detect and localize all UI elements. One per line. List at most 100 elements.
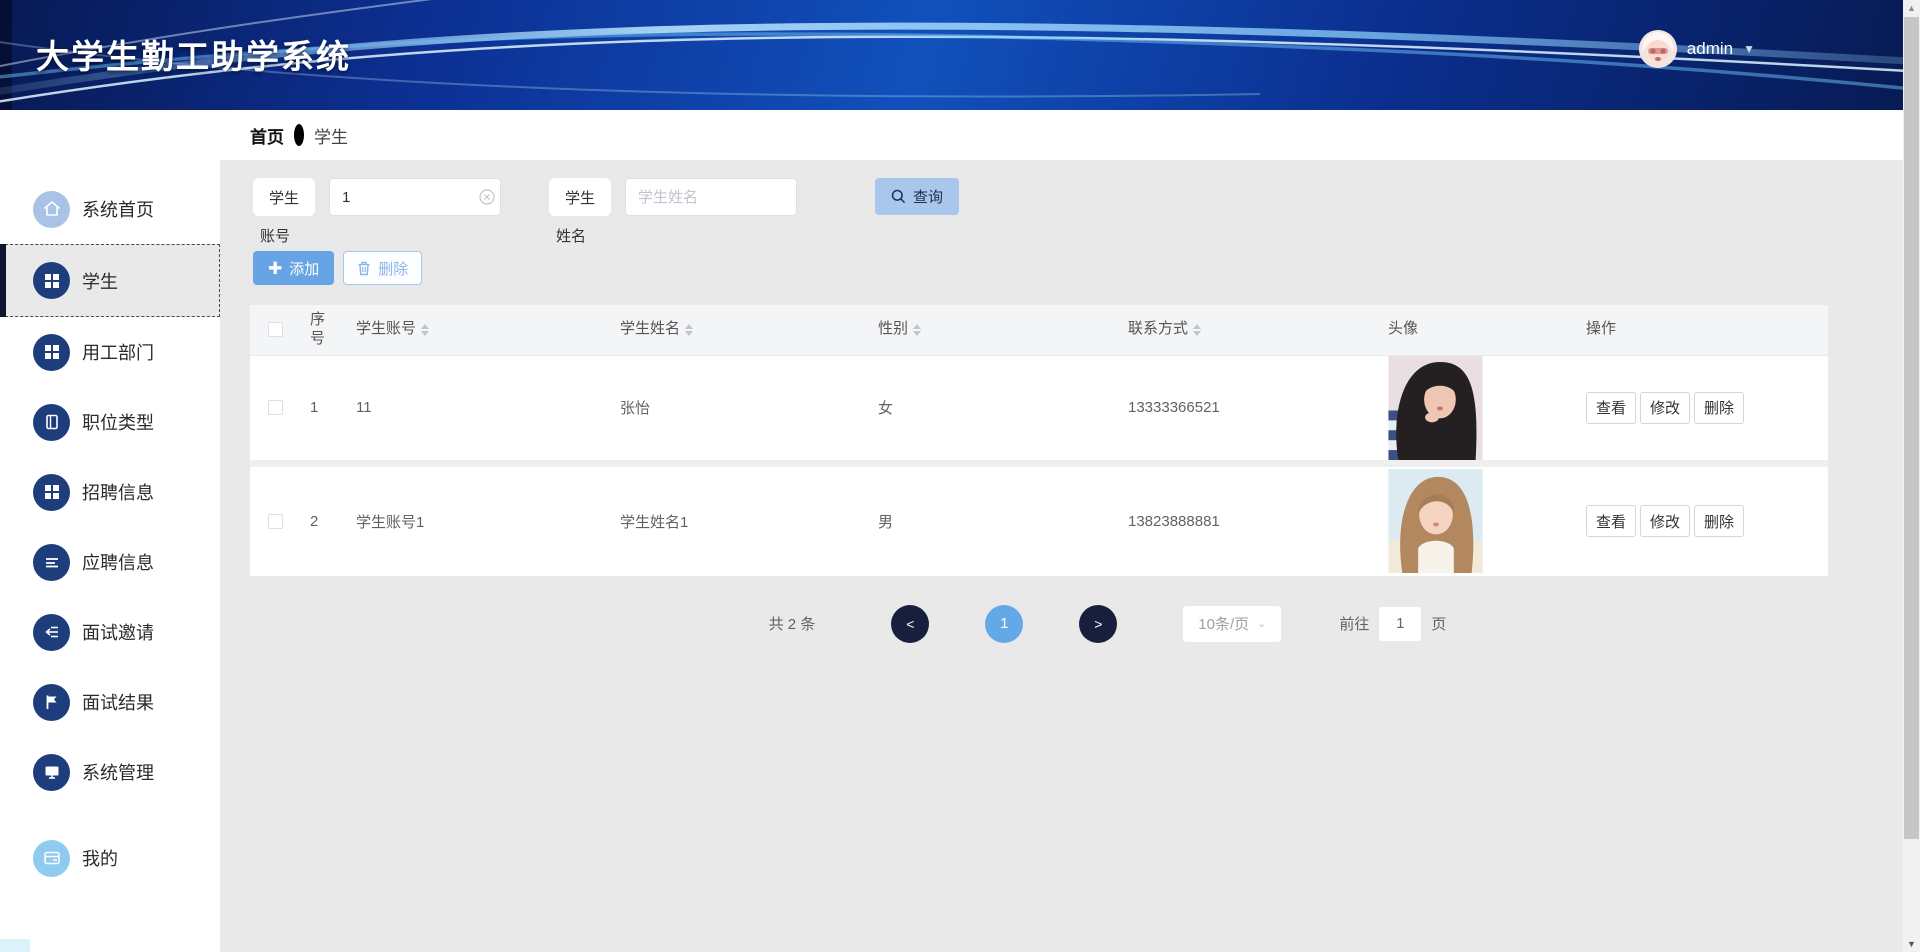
grid-icon bbox=[33, 262, 70, 299]
sidebar-item-system-home[interactable]: 系统首页 bbox=[0, 174, 220, 244]
cell-index: 1 bbox=[310, 399, 319, 416]
page-number-button[interactable]: 1 bbox=[985, 604, 1024, 643]
filter-bar: 学生 账号 学生 姓名 bbox=[220, 160, 1920, 246]
select-all-checkbox[interactable] bbox=[267, 322, 283, 338]
filter-label-line2: 姓名 bbox=[556, 228, 587, 245]
sidebar-item-label: 用工部门 bbox=[82, 343, 154, 363]
goto-label: 前往 bbox=[1339, 616, 1370, 633]
app-window: 大学生勤工助学系统 admin ▼ 系统首页 学生 用工部门 职位类型 招聘信息… bbox=[0, 0, 1920, 952]
user-avatar bbox=[1638, 30, 1677, 68]
sidebar-item-apply-info[interactable]: 应聘信息 bbox=[0, 527, 220, 597]
row-delete-button[interactable]: 删除 bbox=[1694, 391, 1745, 424]
account-search-input[interactable] bbox=[329, 178, 501, 216]
page-title: 大学生勤工助学系统 bbox=[36, 38, 351, 75]
cell-account: 11 bbox=[356, 399, 372, 416]
search-icon bbox=[891, 189, 906, 204]
filter-label-name: 学生 姓名 bbox=[549, 178, 613, 246]
scroll-down-arrow-icon[interactable]: ▼ bbox=[1903, 936, 1920, 952]
filter-label-pill: 学生 bbox=[549, 178, 611, 216]
sort-toggle[interactable] bbox=[421, 323, 430, 336]
chevron-down-icon: ⌄ bbox=[1257, 618, 1267, 630]
monitor-icon bbox=[33, 753, 70, 791]
goto-page-input[interactable] bbox=[1379, 606, 1422, 641]
view-button[interactable]: 查看 bbox=[1586, 391, 1637, 424]
pagination: 共 2 条 < 1 > 10条/页 ⌄ 前往 页 bbox=[295, 604, 1920, 643]
clear-input-icon[interactable] bbox=[479, 189, 495, 205]
cell-account: 学生账号1 bbox=[356, 513, 425, 531]
scrollbar-thumb[interactable] bbox=[1904, 17, 1919, 839]
sidebar-item-label: 我的 bbox=[82, 849, 118, 869]
prev-page-button[interactable]: < bbox=[891, 604, 930, 643]
sidebar-item-recruit-info[interactable]: 招聘信息 bbox=[0, 457, 220, 527]
total-count-label: 共 2 条 bbox=[768, 616, 816, 633]
sidebar-item-student[interactable]: 学生 bbox=[0, 244, 220, 317]
table-row: 2 学生账号1 学生姓名1 男 13823888881 查看 修改 删除 bbox=[250, 466, 1828, 577]
filter-label-line2: 账号 bbox=[260, 228, 291, 245]
breadcrumb-separator bbox=[294, 124, 304, 146]
cell-name: 学生姓名1 bbox=[620, 513, 689, 531]
delete-button[interactable]: 删除 bbox=[343, 251, 423, 285]
main-area: 首页 学生 学生 账号 1 学生 姓名 学生姓名 查询 ✚ 添加 删除 序号 学… bbox=[220, 110, 1920, 952]
row-checkbox[interactable] bbox=[267, 400, 283, 415]
page-size-value: 10条/页 bbox=[1198, 616, 1250, 633]
corner-decoration bbox=[0, 939, 30, 952]
sidebar-item-mine[interactable]: 我的 bbox=[0, 823, 220, 893]
row-checkbox[interactable] bbox=[267, 513, 283, 529]
column-header-actions: 操作 bbox=[1586, 320, 1617, 338]
filter-group-name: 学生 姓名 bbox=[549, 178, 797, 246]
home-icon bbox=[33, 190, 70, 228]
username-label: admin bbox=[1686, 39, 1734, 58]
page-size-select[interactable]: 10条/页 ⌄ bbox=[1183, 605, 1282, 642]
sidebar-item-label: 系统首页 bbox=[82, 200, 154, 220]
sort-toggle[interactable] bbox=[685, 323, 694, 336]
scroll-up-arrow-icon[interactable]: ▲ bbox=[1903, 0, 1920, 16]
id-card-icon bbox=[33, 839, 70, 877]
sidebar-item-system-manage[interactable]: 系统管理 bbox=[0, 737, 220, 807]
breadcrumb-home[interactable]: 首页 bbox=[250, 123, 284, 148]
sidebar-item-interview-result[interactable]: 面试结果 bbox=[0, 667, 220, 737]
view-button[interactable]: 查看 bbox=[1586, 505, 1637, 537]
edit-button[interactable]: 修改 bbox=[1640, 391, 1691, 424]
cell-phone: 13823888881 bbox=[1128, 512, 1220, 530]
filter-label-pill: 学生 bbox=[253, 178, 315, 216]
cell-gender: 男 bbox=[878, 513, 894, 531]
filter-group-account: 学生 账号 bbox=[253, 178, 501, 246]
sort-toggle[interactable] bbox=[1193, 323, 1202, 336]
grid-icon bbox=[33, 473, 70, 511]
name-search-input[interactable] bbox=[625, 178, 797, 216]
plus-icon: ✚ bbox=[268, 258, 283, 278]
column-header-index: 序号 bbox=[310, 311, 326, 347]
sidebar-item-interview-invite[interactable]: 面试邀请 bbox=[0, 597, 220, 667]
notebook-icon bbox=[33, 403, 70, 441]
column-header-photo: 头像 bbox=[1388, 320, 1419, 338]
sidebar-item-departments[interactable]: 用工部门 bbox=[0, 317, 220, 387]
breadcrumb-current: 学生 bbox=[314, 127, 348, 147]
search-button[interactable]: 查询 bbox=[875, 178, 960, 215]
search-button-label: 查询 bbox=[913, 189, 944, 206]
sidebar-item-position-types[interactable]: 职位类型 bbox=[0, 387, 220, 457]
row-delete-button[interactable]: 删除 bbox=[1694, 505, 1745, 537]
sort-toggle[interactable] bbox=[913, 323, 922, 336]
table-header-row: 序号 学生账号 学生姓名 性别 联系方式 头像 操作 bbox=[250, 305, 1828, 356]
sidebar-item-label: 招聘信息 bbox=[82, 483, 154, 503]
flag-icon bbox=[33, 683, 70, 721]
content-panel: 学生 账号 学生 姓名 bbox=[220, 160, 1920, 952]
list-arrow-icon bbox=[33, 613, 70, 651]
cell-gender: 女 bbox=[878, 400, 894, 417]
student-photo bbox=[1388, 469, 1483, 573]
column-header-gender: 性别 bbox=[868, 314, 1118, 345]
sidebar-item-label: 系统管理 bbox=[82, 763, 154, 783]
vertical-scrollbar[interactable]: ▲ ▼ bbox=[1903, 0, 1920, 952]
cell-name: 张怡 bbox=[620, 400, 651, 417]
students-table: 序号 学生账号 学生姓名 性别 联系方式 头像 操作 1 11 张怡 女 133… bbox=[250, 305, 1828, 577]
goto-unit-label: 页 bbox=[1431, 616, 1447, 633]
edit-button[interactable]: 修改 bbox=[1640, 505, 1691, 537]
next-page-button[interactable]: > bbox=[1079, 604, 1118, 643]
user-menu[interactable]: admin ▼ bbox=[1638, 30, 1755, 68]
add-button-label: 添加 bbox=[289, 260, 320, 278]
breadcrumb: 首页 学生 bbox=[220, 110, 1920, 160]
chevron-down-icon: ▼ bbox=[1743, 42, 1755, 56]
sidebar-item-label: 应聘信息 bbox=[82, 553, 154, 573]
column-header-name: 学生姓名 bbox=[610, 314, 868, 345]
add-button[interactable]: ✚ 添加 bbox=[253, 251, 335, 285]
